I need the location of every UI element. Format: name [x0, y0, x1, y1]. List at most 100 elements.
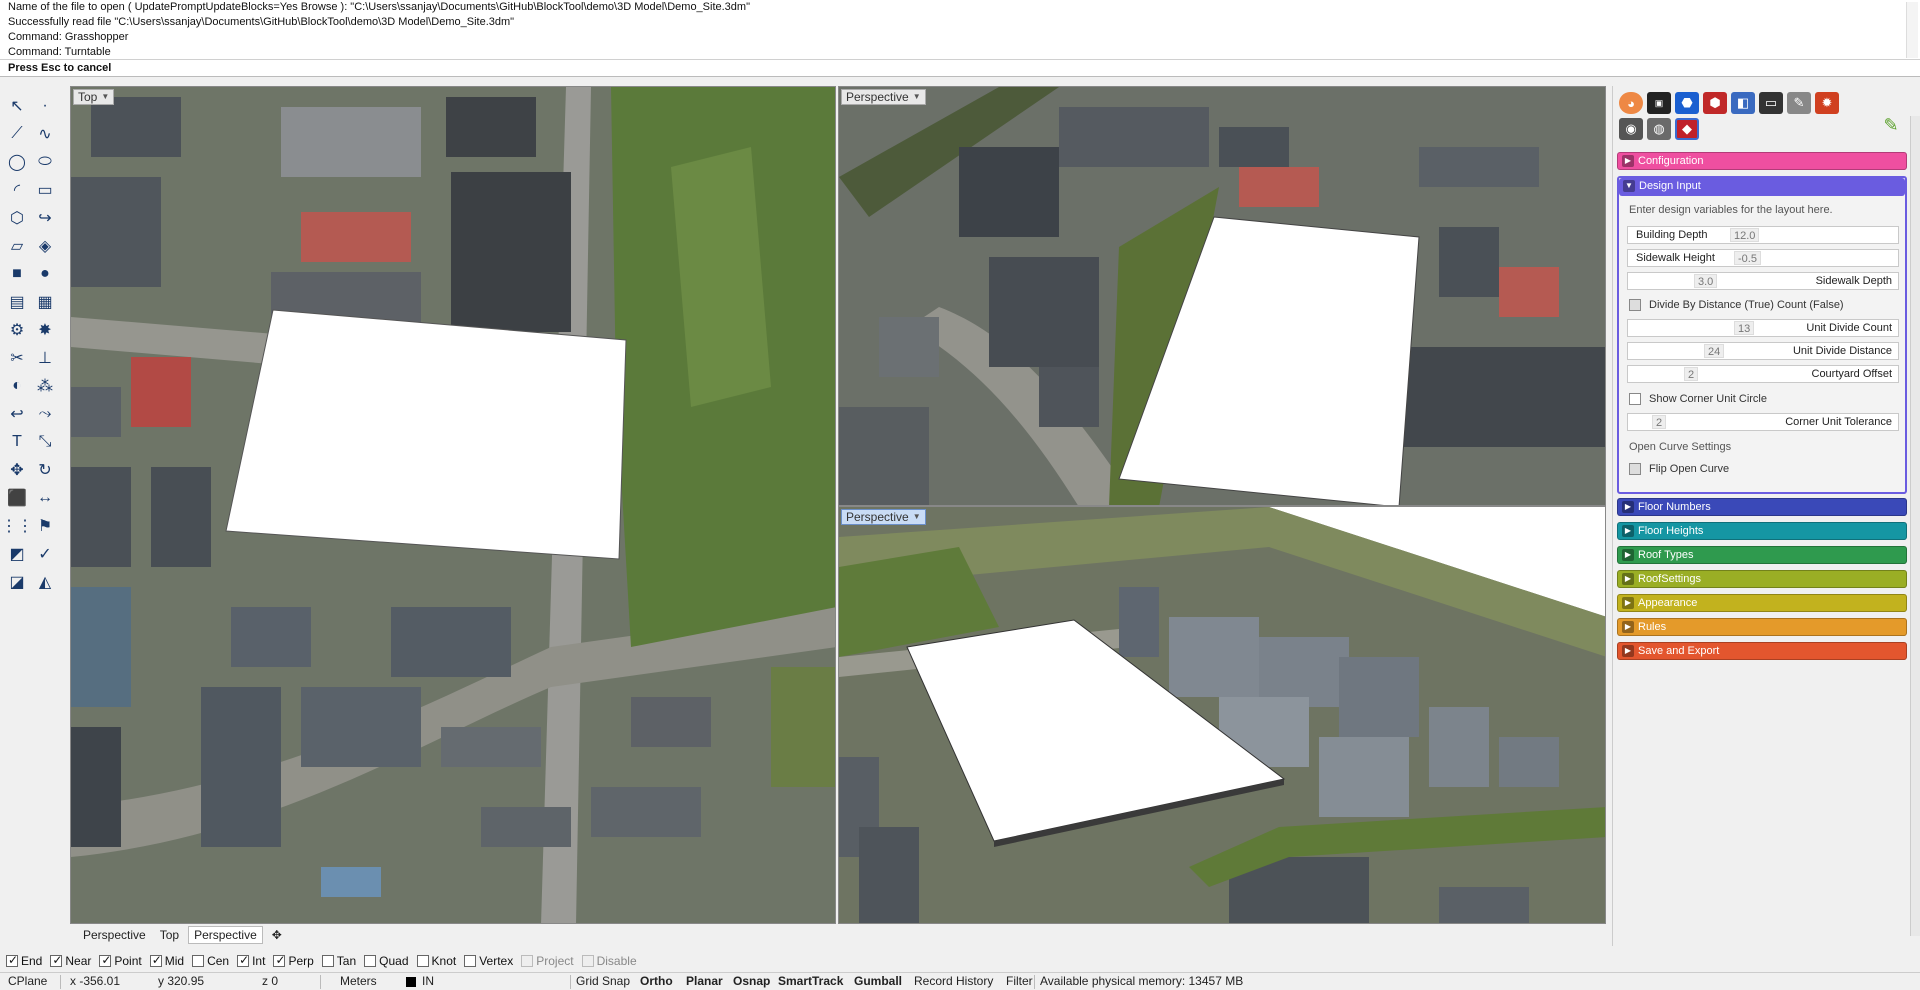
polyline-icon[interactable]: ⟋	[4, 122, 30, 146]
extrude-icon[interactable]: ⬛	[4, 486, 30, 510]
select-arrow-icon[interactable]: ↖	[4, 94, 30, 118]
display-mode-icon[interactable]: ▣	[1647, 92, 1671, 114]
circle-icon[interactable]: ◯	[4, 150, 30, 174]
arc-icon[interactable]: ◜	[4, 178, 30, 202]
render-icon[interactable]: ◩	[4, 542, 30, 566]
panel-scrollbar[interactable]	[1910, 116, 1920, 936]
checkbox[interactable]	[192, 955, 205, 967]
chevron-down-icon[interactable]: ▼	[913, 510, 921, 524]
curve-icon[interactable]: ∿	[32, 122, 58, 146]
explode-icon[interactable]: ✸	[32, 318, 58, 342]
sphere-icon[interactable]: ●	[32, 262, 58, 286]
field-value[interactable]: 2	[1684, 367, 1699, 381]
group-icon[interactable]: ⁂	[32, 374, 58, 398]
gumball-toggle[interactable]: Gumball	[854, 973, 902, 990]
checkbox[interactable]	[416, 955, 429, 967]
viewport-label-perspective[interactable]: Perspective ▼	[841, 89, 926, 105]
box-icon[interactable]: ■	[4, 262, 30, 286]
section-floor-heights[interactable]: ▶ Floor Heights	[1617, 522, 1907, 540]
section-save-export[interactable]: ▶ Save and Export	[1617, 642, 1907, 660]
checkbox[interactable]	[99, 953, 111, 967]
environment-icon[interactable]: ◧	[1731, 92, 1755, 114]
tab-perspective-active[interactable]: Perspective	[188, 926, 263, 944]
osnap-near[interactable]: Near	[50, 953, 91, 968]
field-value[interactable]: 12.0	[1730, 228, 1760, 242]
rectangle-icon[interactable]: ▭	[32, 178, 58, 202]
split-icon[interactable]: ⊥	[32, 346, 58, 370]
layer-color-swatch[interactable]	[406, 977, 416, 987]
osnap-toggle[interactable]: Osnap	[733, 973, 770, 990]
tab-top[interactable]: Top	[155, 927, 184, 943]
polygon-icon[interactable]: ⬡	[4, 206, 30, 230]
perspective-viewport-upper[interactable]: Perspective ▼	[838, 86, 1606, 506]
osnap-project[interactable]: Project	[521, 954, 574, 968]
gear-icon[interactable]: ⚙	[4, 318, 30, 342]
checkbox[interactable]	[1629, 393, 1641, 405]
osnap-int[interactable]: Int	[237, 953, 265, 968]
field-value[interactable]: 24	[1704, 344, 1725, 358]
paint-icon[interactable]: ◭	[32, 570, 58, 594]
sidewalk-height-field[interactable]: Sidewalk Height -0.5	[1627, 249, 1899, 267]
section-floor-numbers[interactable]: ▶ Floor Numbers	[1617, 498, 1907, 516]
checkbox[interactable]	[321, 955, 334, 967]
tab-perspective[interactable]: Perspective	[78, 927, 151, 943]
record-history-toggle[interactable]: Record History	[914, 973, 993, 990]
rotate-icon[interactable]: ↻	[32, 458, 58, 482]
perspective-viewport-lower[interactable]: Perspective ▼	[838, 506, 1606, 924]
cplane-label[interactable]: CPlane	[8, 973, 47, 990]
show-corner-unit-circle-toggle[interactable]: Show Corner Unit Circle	[1629, 390, 1767, 408]
trim-icon[interactable]: ✂	[4, 346, 30, 370]
freeform-icon[interactable]: ↪	[32, 206, 58, 230]
checkbox[interactable]	[521, 955, 534, 967]
osnap-point[interactable]: Point	[99, 953, 142, 968]
eye-icon[interactable]: ◉	[1619, 118, 1643, 140]
section-roof-settings[interactable]: ▶ RoofSettings	[1617, 570, 1907, 588]
viewport-label-perspective-active[interactable]: Perspective ▼	[841, 509, 926, 525]
ortho-toggle[interactable]: Ortho	[640, 973, 673, 990]
field-value[interactable]: -0.5	[1734, 251, 1761, 265]
osnap-disable[interactable]: Disable	[581, 954, 637, 968]
field-value[interactable]: 2	[1652, 415, 1667, 429]
osnap-knot[interactable]: Knot	[416, 954, 456, 968]
pencil-icon[interactable]: ✎	[1879, 114, 1903, 136]
checkbox[interactable]	[581, 955, 594, 967]
render-ball-icon[interactable]: ◍	[1647, 118, 1671, 140]
viewport-label-top[interactable]: Top ▼	[73, 89, 115, 105]
command-prompt[interactable]: Press Esc to cancel	[0, 60, 1920, 77]
brush-icon[interactable]: ✎	[1787, 92, 1811, 114]
smarttrack-toggle[interactable]: SmartTrack	[778, 973, 843, 990]
section-roof-types[interactable]: ▶ Roof Types	[1617, 546, 1907, 564]
text-icon[interactable]: T	[4, 430, 30, 454]
unit-divide-count-field[interactable]: 13 Unit Divide Count	[1627, 319, 1899, 337]
boolean-icon[interactable]: ◐	[4, 374, 30, 398]
settings-gear-icon[interactable]: ✹	[1815, 92, 1839, 114]
osnap-vertex[interactable]: Vertex	[464, 954, 513, 968]
flip-open-curve-toggle[interactable]: Flip Open Curve	[1629, 460, 1729, 478]
chevron-down-icon[interactable]: ▼	[913, 90, 921, 104]
top-viewport[interactable]: Top ▼	[70, 86, 836, 924]
mesh-icon[interactable]: ▦	[32, 290, 58, 314]
corner-unit-tolerance-field[interactable]: 2 Corner Unit Tolerance	[1627, 413, 1899, 431]
filter-toggle[interactable]: Filter	[1006, 973, 1033, 990]
checkbox[interactable]	[464, 955, 477, 967]
patch-icon[interactable]: ◈	[32, 234, 58, 258]
check-icon[interactable]: ✓	[32, 542, 58, 566]
move-icon[interactable]: ✥	[4, 458, 30, 482]
section-configuration[interactable]: ▶ Configuration	[1617, 152, 1907, 170]
array-icon[interactable]: ⋮⋮	[1, 514, 33, 538]
section-design-input[interactable]: ▼ Design Input	[1619, 178, 1905, 196]
point-icon[interactable]: ·	[32, 94, 58, 118]
field-value[interactable]: 13	[1734, 321, 1755, 335]
field-value[interactable]: 3.0	[1694, 274, 1718, 288]
osnap-tan[interactable]: Tan	[321, 954, 356, 968]
checkbox[interactable]	[364, 955, 377, 967]
courtyard-offset-field[interactable]: 2 Courtyard Offset	[1627, 365, 1899, 383]
checkbox[interactable]	[1629, 463, 1641, 475]
layer-icon[interactable]: ◪	[4, 570, 30, 594]
color-wheel-icon[interactable]: ◕	[1619, 92, 1643, 114]
divide-by-distance-toggle[interactable]: Divide By Distance (True) Count (False)	[1629, 296, 1844, 314]
dimension-icon[interactable]: ↔	[32, 486, 58, 510]
checkbox[interactable]	[237, 953, 249, 967]
fillet-icon[interactable]: ↩	[4, 402, 30, 426]
section-rules[interactable]: ▶ Rules	[1617, 618, 1907, 636]
